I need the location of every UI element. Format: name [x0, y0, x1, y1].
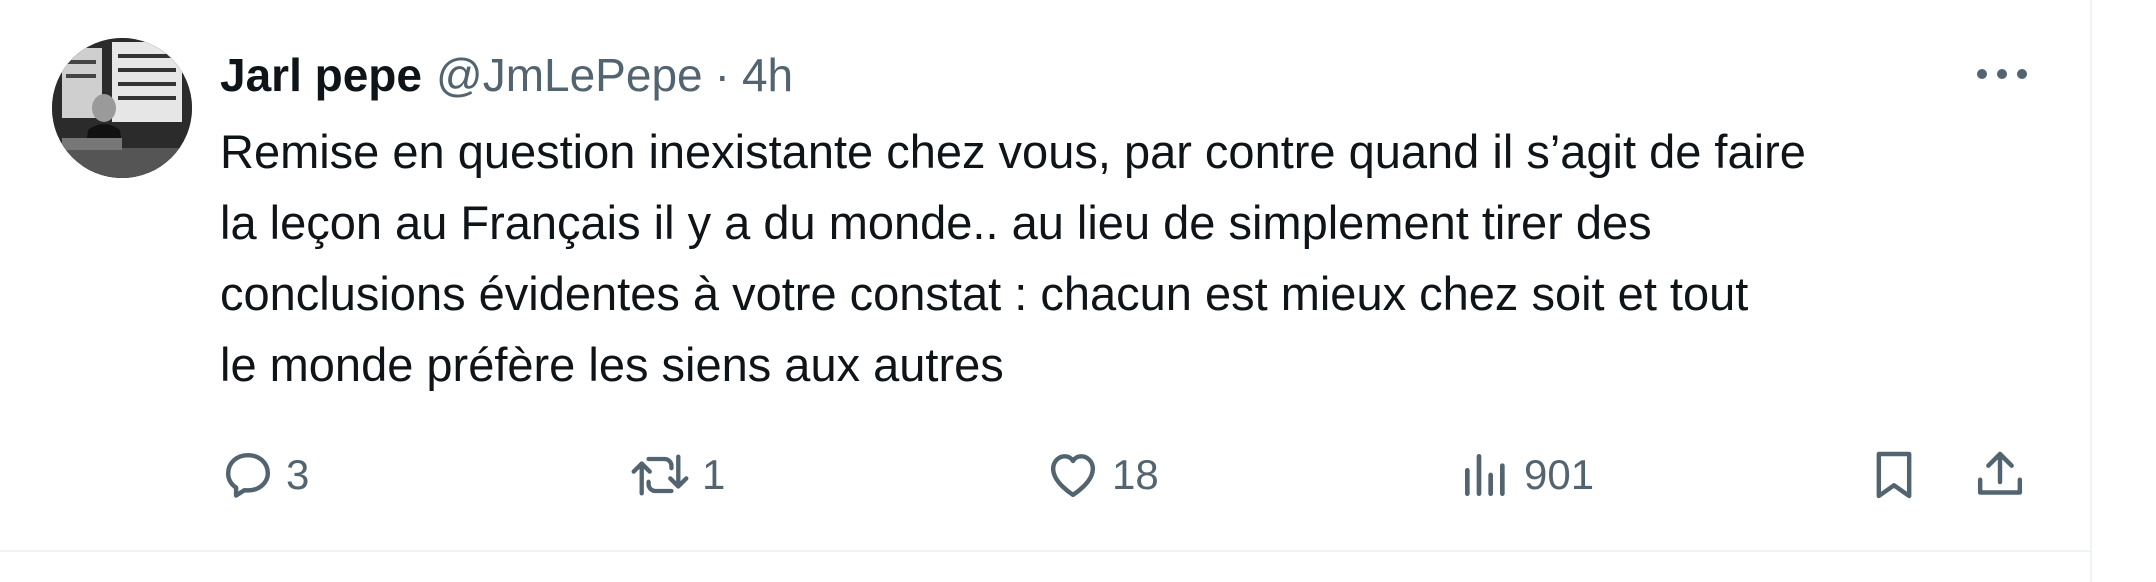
bookmark-button[interactable] [1866, 440, 1922, 510]
avatar-image [52, 38, 192, 178]
reply-button[interactable]: 3 [220, 440, 309, 510]
tweet-text: Remise en question inexistante chez vous… [220, 116, 2050, 400]
like-count: 18 [1112, 451, 1159, 498]
tweet[interactable]: Jarl pepe @JmLePepe · 4h Remise en quest… [0, 0, 2090, 550]
tweet-text-line: conclusions évidentes à votre constat : … [220, 267, 1749, 320]
separator-dot: · [714, 49, 730, 101]
timeline-border [2090, 0, 2092, 582]
repost-button[interactable]: 1 [628, 440, 725, 510]
like-button[interactable]: 18 [1044, 440, 1159, 510]
views-button[interactable]: 901 [1458, 440, 1594, 510]
avatar[interactable] [52, 38, 192, 178]
reply-count: 3 [286, 451, 310, 498]
tweet-actions: 3 1 18 901 [220, 440, 2040, 510]
share-button[interactable] [1972, 440, 2028, 510]
author-handle[interactable]: @JmLePepe [436, 48, 703, 102]
heart-icon [1050, 454, 1096, 498]
views-icon [1465, 454, 1505, 496]
tweet-header: Jarl pepe @JmLePepe · 4h [220, 40, 793, 110]
share-icon [1977, 451, 2023, 495]
tweet-divider [0, 550, 2090, 552]
page: Jarl pepe @JmLePepe · 4h Remise en quest… [0, 0, 2156, 582]
more-options-button[interactable] [1974, 54, 2030, 94]
repost-count: 1 [702, 451, 726, 498]
views-count: 901 [1524, 451, 1595, 498]
tweet-text-line: la leçon au Français il y a du monde.. a… [220, 196, 1652, 249]
author-display-name[interactable]: Jarl pepe [220, 48, 422, 102]
tweet-text-line: Remise en question inexistante chez vous… [220, 125, 1806, 178]
reply-icon [225, 452, 271, 498]
repost-icon [631, 454, 689, 496]
bookmark-icon [1876, 451, 1912, 499]
tweet-timestamp[interactable]: 4h [742, 48, 793, 102]
more-horizontal-icon [1977, 69, 2027, 79]
tweet-text-line: le monde préfère les siens aux autres [220, 338, 1004, 391]
